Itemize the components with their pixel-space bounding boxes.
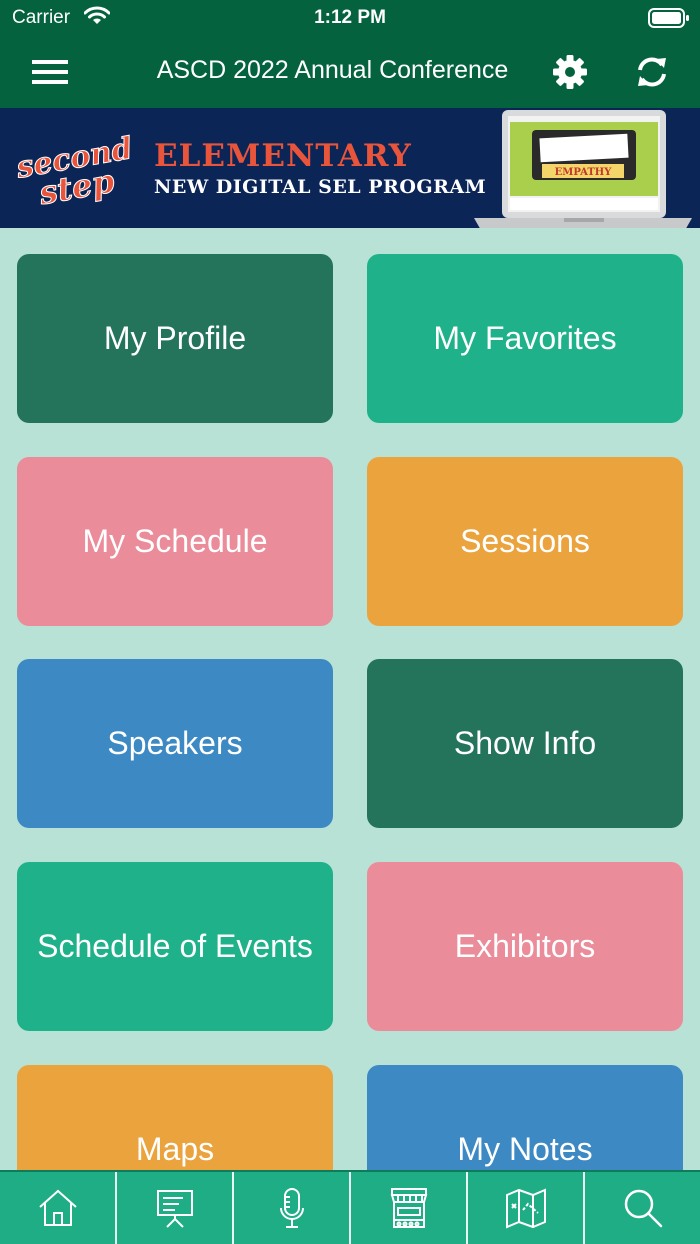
second-step-logo: second step [12, 131, 135, 210]
ad-banner[interactable]: second step ELEMENTARY NEW DIGITAL SEL P… [0, 108, 700, 228]
speakers-tile[interactable]: Speakers [17, 659, 333, 828]
tab-bar [0, 1170, 700, 1244]
booth-icon [390, 1188, 427, 1228]
my-favorites-tile[interactable]: My Favorites [367, 254, 683, 423]
tab-maps[interactable] [466, 1172, 583, 1244]
nav-bar: ASCD 2022 Annual Conference [0, 36, 700, 108]
tab-sessions[interactable] [115, 1172, 232, 1244]
tab-speakers[interactable] [232, 1172, 349, 1244]
home-icon [38, 1189, 77, 1226]
sessions-tile[interactable]: Sessions [367, 457, 683, 626]
banner-subtitle: NEW DIGITAL SEL PROGRAM [154, 176, 487, 198]
map-icon [505, 1188, 546, 1229]
refresh-icon[interactable] [633, 53, 671, 96]
search-icon [624, 1189, 662, 1228]
tab-home[interactable] [0, 1172, 115, 1244]
my-profile-tile[interactable]: My Profile [17, 254, 333, 423]
my-schedule-tile[interactable]: My Schedule [17, 457, 333, 626]
laptop-illustration: EMPATHY [474, 110, 692, 228]
microphone-icon [279, 1188, 304, 1228]
status-time: 1:12 PM [314, 7, 386, 28]
tab-exhibitors[interactable] [349, 1172, 466, 1244]
page-title: ASCD 2022 Annual Conference [156, 56, 509, 84]
presentation-icon [156, 1190, 193, 1228]
settings-gear-icon[interactable] [551, 53, 589, 96]
show-info-tile[interactable]: Show Info [367, 659, 683, 828]
tab-search[interactable] [583, 1172, 700, 1244]
battery-icon [648, 8, 690, 34]
banner-title: ELEMENTARY [154, 138, 412, 174]
exhibitors-tile[interactable]: Exhibitors [367, 862, 683, 1031]
menu-icon[interactable] [32, 58, 70, 86]
svg-text:EMPATHY: EMPATHY [555, 167, 613, 178]
status-bar: Carrier 1:12 PM [0, 0, 700, 36]
schedule-of-events-tile[interactable]: Schedule of Events [17, 862, 333, 1031]
